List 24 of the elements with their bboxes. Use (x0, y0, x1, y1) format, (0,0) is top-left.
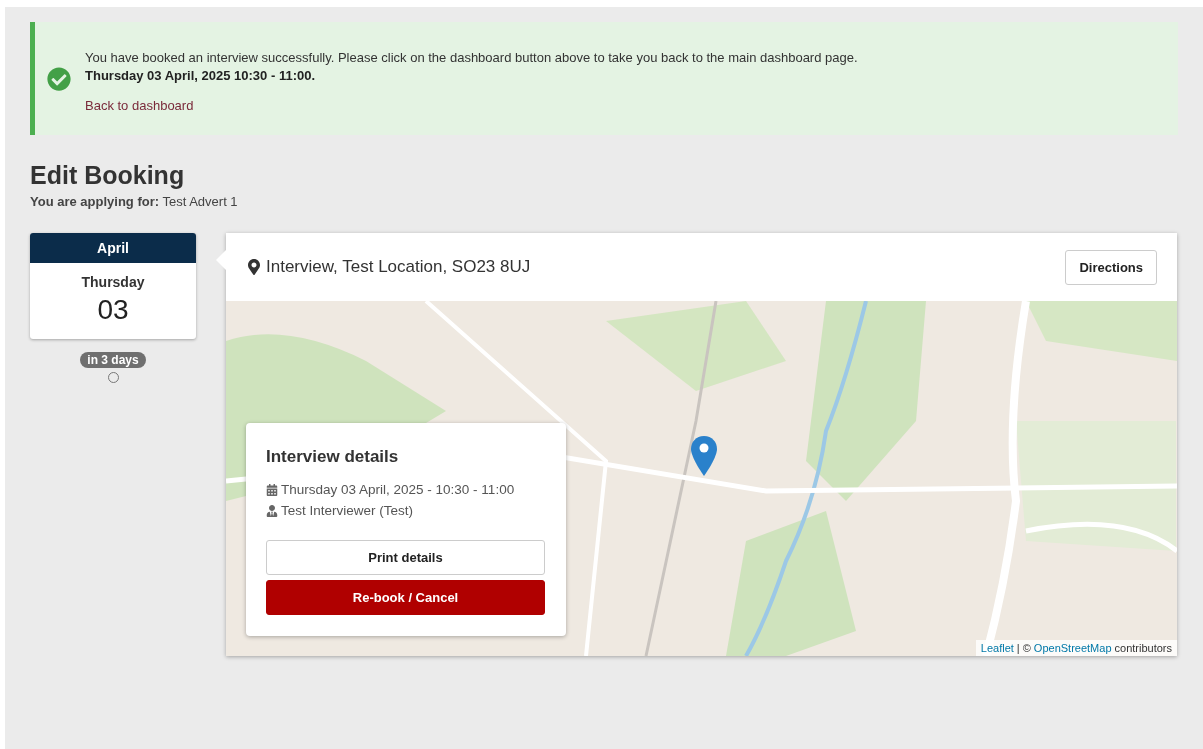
weekday-label: Thursday (81, 274, 145, 290)
popup-title: Interview details (266, 447, 400, 467)
applying-for-text: You are applying for: Test Advert 1 (30, 194, 239, 209)
rebook-cancel-button[interactable]: Re-book / Cancel (266, 580, 545, 615)
attribution-suffix: contributors (1114, 642, 1172, 654)
attribution-separator: | © (1016, 642, 1031, 654)
days-until-badge: in 3 days (80, 352, 146, 368)
directions-button[interactable]: Directions (1065, 249, 1157, 285)
location-text: Interview, Test Location, SO23 8UJ (266, 257, 531, 277)
person-icon (266, 504, 278, 517)
booking-datetime: Thursday 03 April, 2025 10:30 - 11:00. (85, 66, 317, 85)
map-marker-icon[interactable] (691, 436, 717, 476)
back-to-dashboard-link[interactable]: Back to dashboard (85, 96, 194, 115)
success-message: You have booked an interview successfully. Please click on the dashboard button above to take you back to the main dashboard page. (85, 48, 858, 67)
leaflet-link[interactable]: Leaflet (980, 642, 1014, 654)
print-details-button[interactable]: Print details (266, 540, 545, 575)
month-label: April (30, 233, 196, 263)
detail-text: Thursday 03 April, 2025 - 10:30 - 11:00 (281, 481, 515, 499)
day-number: 03 (97, 294, 129, 326)
openstreetmap-link[interactable]: OpenStreetMap (1033, 642, 1112, 654)
map-pin-icon (246, 259, 262, 275)
page-title: Edit Booking (30, 161, 186, 190)
detail-text: Test Interviewer (Test) (281, 502, 414, 520)
calendar-icon (266, 483, 278, 496)
